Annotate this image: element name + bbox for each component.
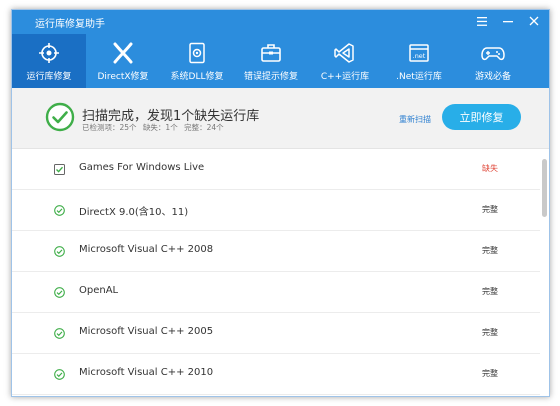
item-name: DirectX 9.0(含10、11): [79, 207, 189, 218]
tab-label: DirectX修复: [97, 72, 149, 82]
tab-game-essentials[interactable]: 游戏必备: [456, 34, 530, 88]
success-check-icon: [45, 102, 75, 132]
menu-button[interactable]: [475, 13, 489, 29]
item-status: 完整: [482, 205, 498, 214]
app-title: 运行库修复助手: [35, 19, 105, 30]
ok-check-icon: [54, 287, 65, 298]
item-name: Microsoft Visual C++ 2005: [79, 326, 214, 337]
list-scrollbar[interactable]: [542, 149, 547, 396]
ok-check-icon: [54, 369, 65, 380]
list-item[interactable]: Microsoft Visual C++ 2008 完整: [12, 231, 540, 272]
list-item[interactable]: Games For Windows Live 缺失: [12, 149, 540, 190]
ok-check-icon: [54, 205, 65, 216]
item-status: 完整: [482, 287, 498, 296]
app-window: 运行库修复助手 运行库修复 DirectX修复 系统DLL修复 错误提示修复 C…: [11, 9, 550, 397]
close-icon: [529, 16, 539, 26]
list-item[interactable]: Microsoft Visual C++ 2010 完整: [12, 354, 540, 395]
main-tabs: 运行库修复 DirectX修复 系统DLL修复 错误提示修复 C++运行库 .n…: [12, 34, 549, 88]
runtime-list: Games For Windows Live 缺失 DirectX 9.0(含1…: [12, 149, 540, 396]
item-status: 完整: [482, 328, 498, 337]
ok-check-icon: [54, 328, 65, 339]
item-status: 缺失: [482, 164, 498, 173]
tab-label: 运行库修复: [26, 72, 72, 82]
tab-cpp-runtime[interactable]: C++运行库: [308, 34, 382, 88]
rescan-link[interactable]: 重新扫描: [399, 114, 431, 125]
directx-icon: [113, 42, 133, 64]
minimize-icon: [503, 20, 513, 22]
item-name: Microsoft Visual C++ 2008: [79, 244, 214, 255]
tab-directx[interactable]: DirectX修复: [86, 34, 160, 88]
tab-label: 系统DLL修复: [170, 72, 224, 82]
list-item[interactable]: OpenAL 完整: [12, 272, 540, 313]
minimize-button[interactable]: [501, 13, 515, 29]
scrollbar-thumb[interactable]: [542, 159, 547, 217]
title-bar: 运行库修复助手 运行库修复 DirectX修复 系统DLL修复 错误提示修复 C…: [12, 10, 549, 88]
svg-text:.net: .net: [413, 52, 426, 60]
tab-label: 游戏必备: [474, 72, 511, 82]
complete-count: 完整：24个: [184, 123, 224, 132]
tab-label: C++运行库: [320, 72, 370, 82]
ok-check-icon: [54, 246, 65, 257]
dll-gear-icon: [189, 42, 205, 64]
tab-label: .Net运行库: [396, 72, 442, 82]
close-button[interactable]: [527, 13, 541, 29]
tab-dotnet-runtime[interactable]: .net .Net运行库: [382, 34, 456, 88]
dotnet-icon: .net: [409, 44, 429, 62]
visual-studio-icon: [334, 43, 354, 63]
missing-count: 缺失：1个: [142, 123, 178, 132]
item-name: OpenAL: [79, 285, 119, 296]
tab-error-repair[interactable]: 错误提示修复: [234, 34, 308, 88]
list-item[interactable]: DirectX 9.0(含10、11) 完整: [12, 190, 540, 231]
item-name: Microsoft Visual C++ 2010: [79, 367, 214, 378]
scan-summary: 已检测项：25个 缺失：1个 完整：24个: [82, 122, 228, 133]
tab-runtime-repair[interactable]: 运行库修复: [12, 34, 86, 88]
toolbox-icon: [261, 44, 281, 62]
gamepad-icon: [481, 47, 505, 61]
target-icon: [39, 43, 59, 63]
detected-count: 已检测项：25个: [82, 123, 137, 132]
item-status: 完整: [482, 369, 498, 378]
checkbox-checked-icon[interactable]: [54, 164, 65, 175]
tab-label: 错误提示修复: [243, 72, 298, 82]
list-item[interactable]: Microsoft Visual C++ 2005 完整: [12, 313, 540, 354]
window-controls: [475, 13, 541, 29]
fix-now-button[interactable]: 立即修复: [442, 104, 521, 130]
item-status: 完整: [482, 246, 498, 255]
menu-icon: [477, 16, 487, 26]
tab-system-dll[interactable]: 系统DLL修复: [160, 34, 234, 88]
scan-status-panel: 扫描完成，发现1个缺失运行库 已检测项：25个 缺失：1个 完整：24个 重新扫…: [12, 88, 549, 149]
item-name: Games For Windows Live: [79, 162, 205, 173]
